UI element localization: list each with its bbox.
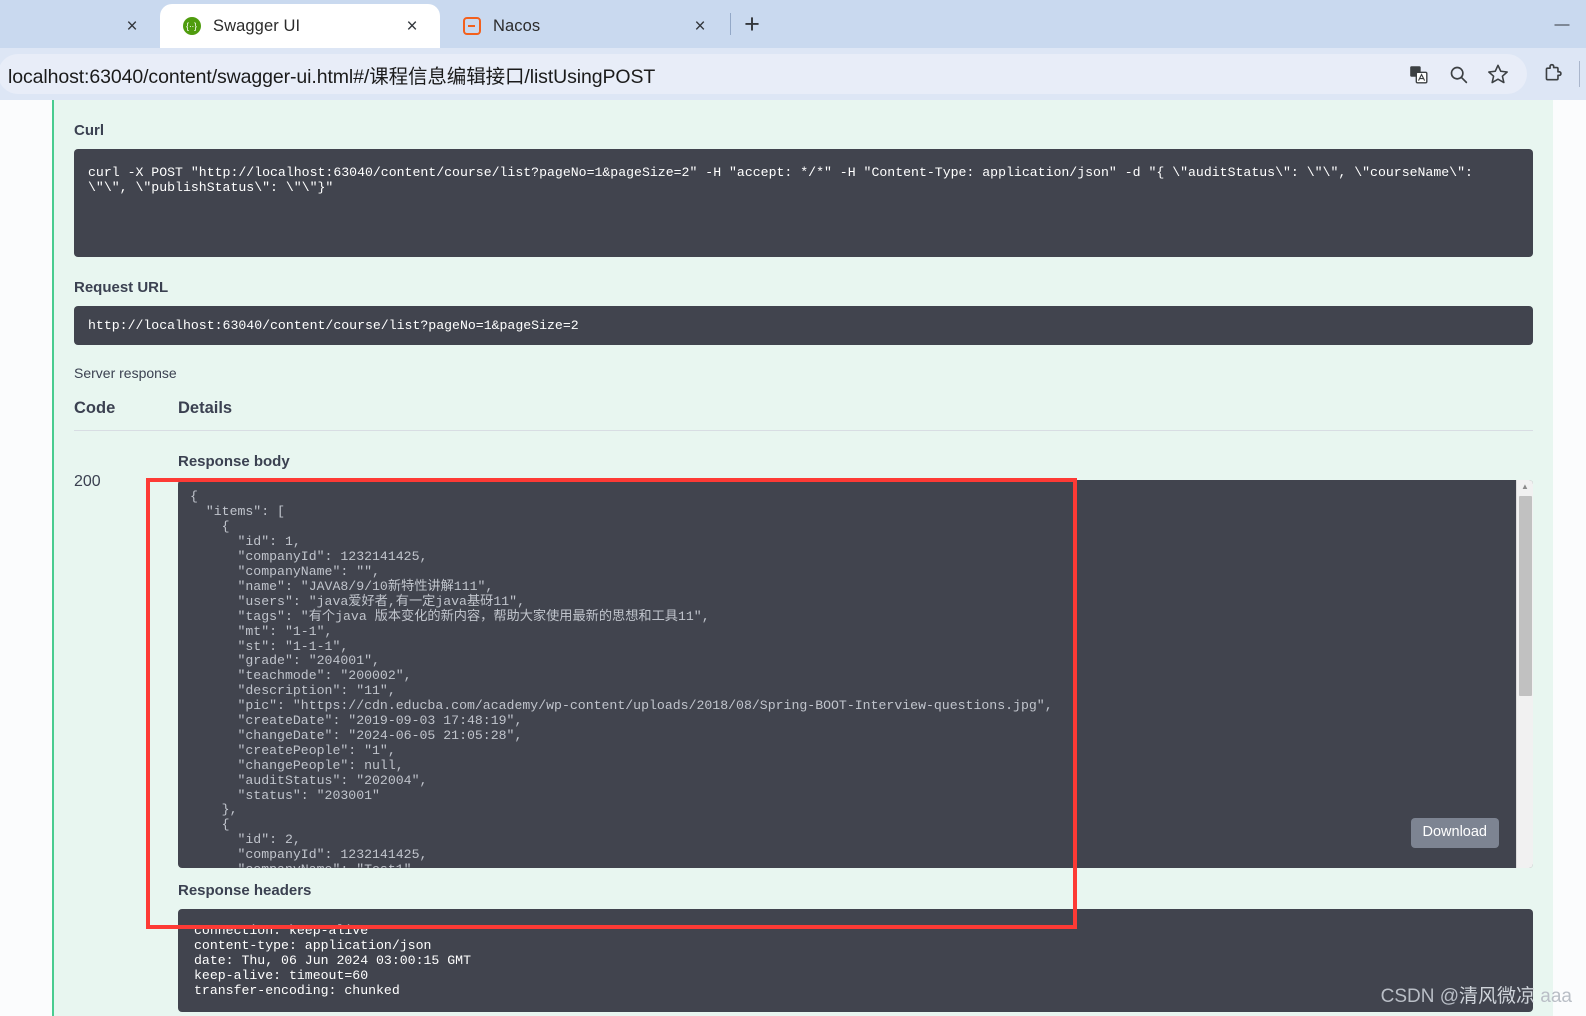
window-controls: — [771, 16, 1586, 33]
watermark-name: 清风微凉 [1459, 986, 1536, 1007]
translate-icon[interactable]: G [1403, 59, 1433, 89]
scrollbar-thumb[interactable] [1519, 496, 1532, 697]
scroll-up-arrow-icon[interactable]: ▲ [1517, 480, 1533, 494]
omnibox-row: localhost:63040/content/swagger-ui.html#… [0, 48, 1586, 100]
watermark-suffix: aaa [1535, 986, 1572, 1007]
response-table-header: Code Details [74, 399, 1533, 430]
swagger-opblock-body: Curl curl -X POST "http://localhost:6304… [52, 100, 1553, 1016]
new-tab-button[interactable]: + [733, 5, 771, 43]
tab-divider [730, 13, 731, 35]
curl-command[interactable]: curl -X POST "http://localhost:63040/con… [74, 149, 1533, 257]
column-header-code: Code [74, 399, 116, 418]
response-body-scrollbar[interactable]: ▲ [1516, 480, 1533, 869]
browser-tab-partial[interactable]: × [0, 4, 160, 48]
response-details: Response body { "items": [ { "id": 1, "c… [178, 453, 1533, 1016]
minimize-icon[interactable]: — [1542, 16, 1582, 33]
page-right-gutter [1553, 100, 1586, 1016]
omnibox-actions: G [1391, 59, 1513, 89]
page-content: Curl curl -X POST "http://localhost:6304… [0, 100, 1586, 1016]
browser-tab-nacos[interactable]: Nacos × [440, 4, 728, 48]
column-header-details: Details [178, 399, 233, 418]
extensions-zone [1527, 59, 1580, 89]
response-body-viewer[interactable]: { "items": [ { "id": 1, "companyId": 123… [178, 480, 1533, 869]
response-headers-value: connection: keep-alive content-type: app… [178, 909, 1533, 1013]
request-url-label: Request URL [74, 279, 169, 296]
server-response-label: Server response [74, 365, 177, 382]
response-row: 200 Response body { "items": [ { "id": 1… [74, 430, 1533, 1016]
close-icon[interactable]: × [120, 14, 144, 38]
watermark: CSDN @清风微凉 aaa [1381, 981, 1572, 1008]
close-icon[interactable]: × [400, 14, 424, 38]
swagger-icon: {∙∙} [182, 17, 201, 36]
tab-title: Swagger UI [213, 16, 301, 35]
address-bar[interactable]: localhost:63040/content/swagger-ui.html#… [0, 54, 1527, 94]
extensions-icon[interactable] [1537, 59, 1567, 89]
response-body-wrapper: { "items": [ { "id": 1, "companyId": 123… [178, 480, 1533, 869]
response-body-label: Response body [178, 453, 290, 471]
bookmark-star-icon[interactable] [1483, 59, 1513, 89]
request-url-value[interactable]: http://localhost:63040/content/course/li… [74, 306, 1533, 346]
curl-label: Curl [74, 122, 104, 139]
toolbar-divider [1579, 61, 1580, 87]
tab-strip: × {∙∙} Swagger UI × Nacos × + — [0, 0, 1586, 48]
zoom-icon[interactable] [1443, 59, 1473, 89]
url-text[interactable]: localhost:63040/content/swagger-ui.html#… [8, 60, 655, 89]
response-code: 200 [74, 473, 101, 491]
response-body-json: { "items": [ { "id": 1, "companyId": 123… [190, 489, 1053, 868]
tab-title: Nacos [493, 16, 541, 35]
browser-tab-swagger-ui[interactable]: {∙∙} Swagger UI × [160, 4, 440, 48]
nacos-icon [462, 17, 481, 36]
browser-chrome: × {∙∙} Swagger UI × Nacos × + — localhos… [0, 0, 1586, 100]
download-button[interactable]: Download [1410, 817, 1499, 849]
response-headers-label: Response headers [178, 882, 312, 900]
close-icon[interactable]: × [688, 14, 712, 38]
watermark-prefix: CSDN @ [1380, 986, 1459, 1007]
